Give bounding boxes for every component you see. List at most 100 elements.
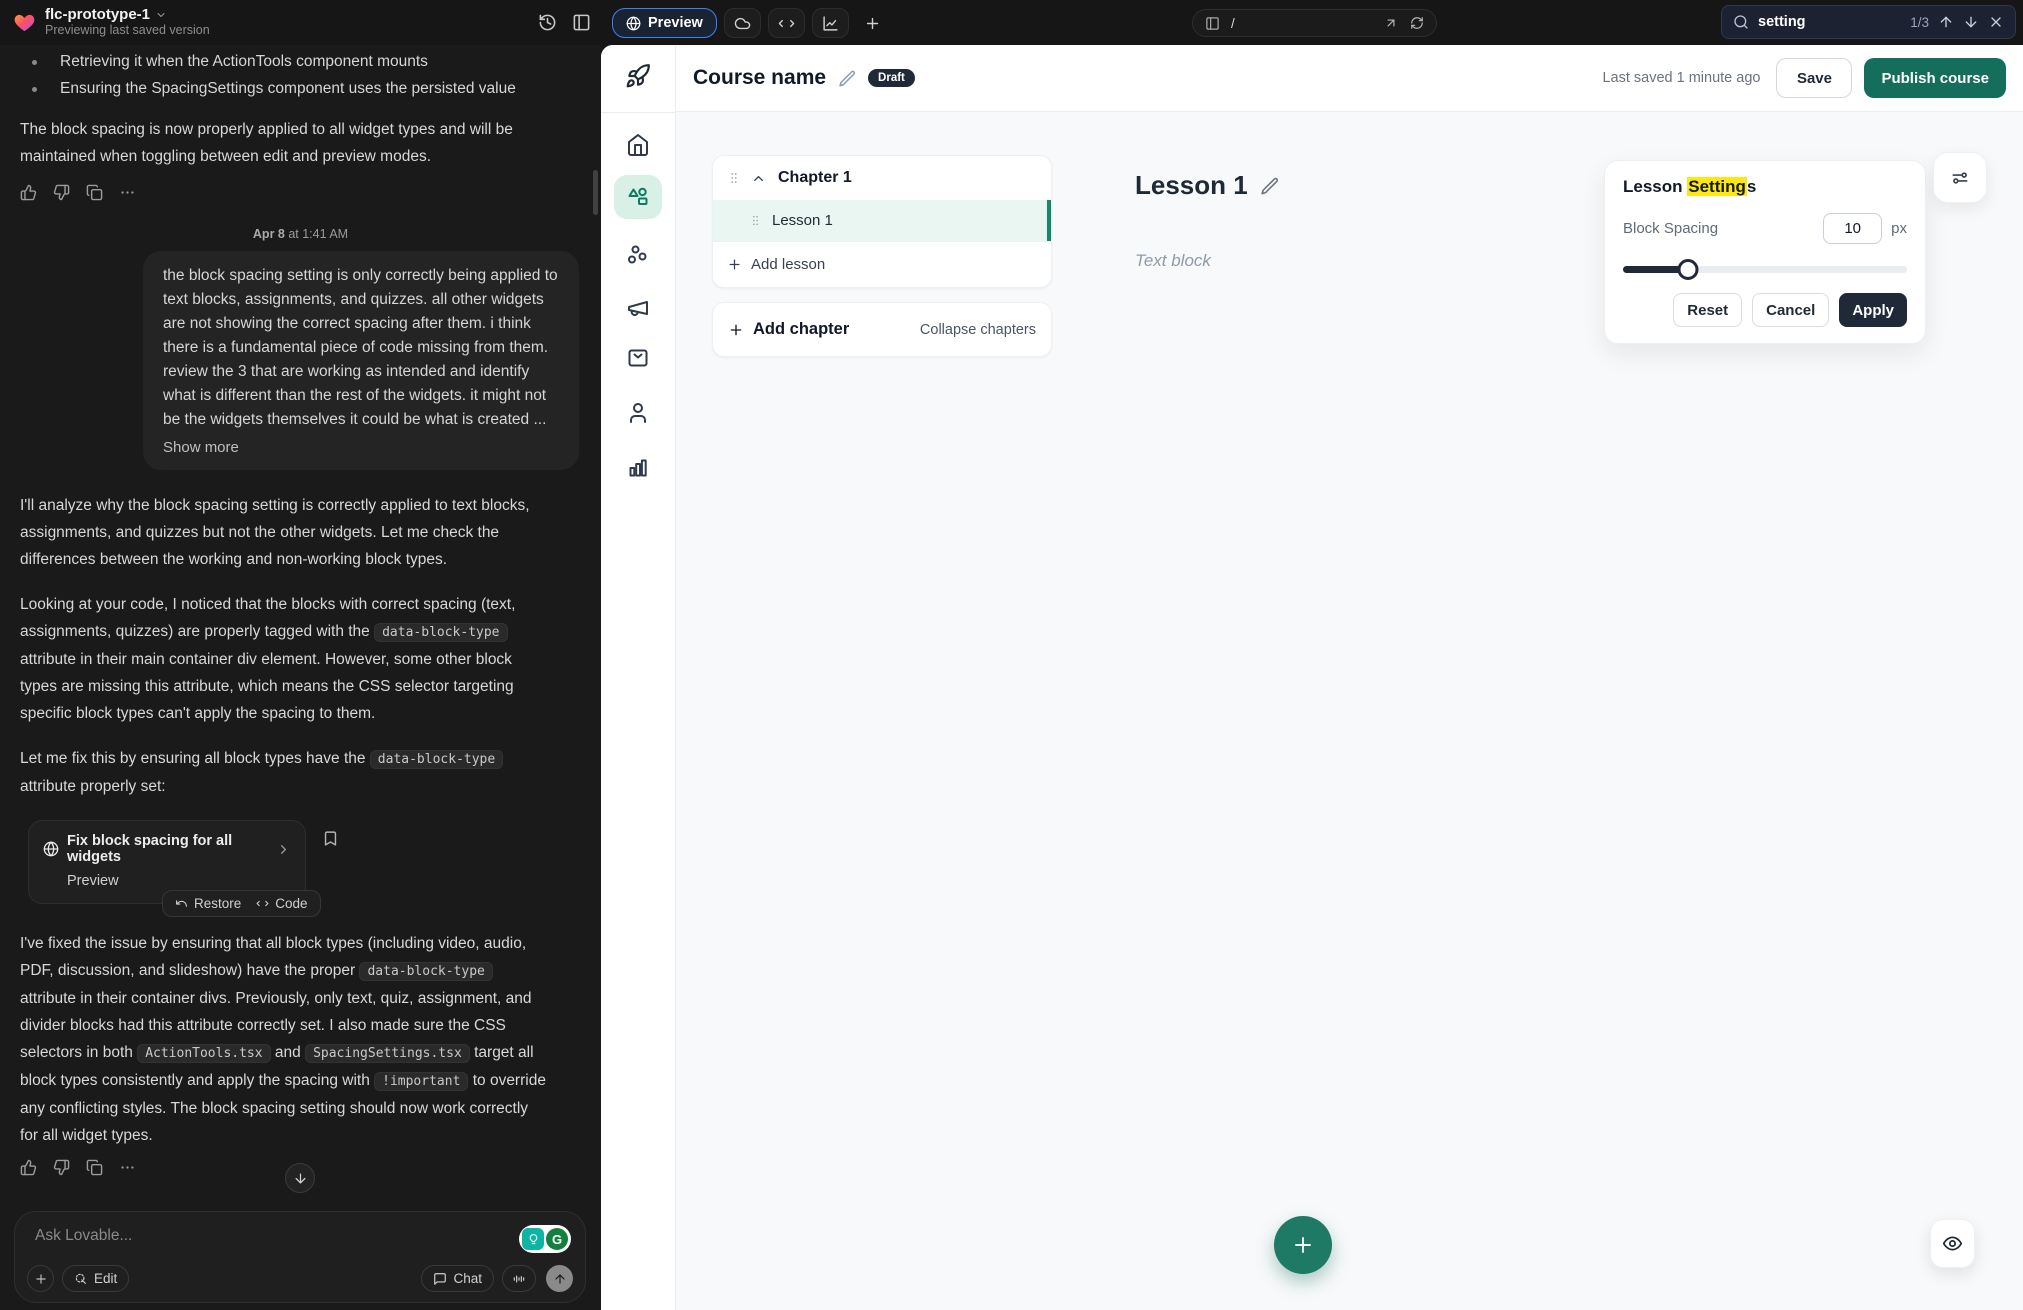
more-options-icon[interactable] [119,1159,136,1176]
drag-handle-icon[interactable] [749,214,762,227]
reset-button[interactable]: Reset [1673,293,1742,327]
history-icon[interactable] [538,13,557,32]
voice-input-button[interactable] [502,1265,536,1292]
copy-icon[interactable] [86,184,103,201]
message-actions [20,184,581,201]
code-icon [256,897,269,910]
chapter-header-row[interactable]: Chapter 1 [713,156,1051,200]
sidebar-item-community[interactable] [601,243,675,267]
save-button[interactable]: Save [1776,58,1852,98]
preview-lesson-button[interactable] [1930,1219,1975,1268]
code-view-button[interactable] [768,8,805,38]
assistant-bullet-list: Retrieving it when the ActionTools compo… [20,49,581,102]
show-more-link[interactable]: Show more [163,439,559,456]
message-timestamp: Apr 8 at 1:41 AM [20,227,581,241]
sidebar-item-courses[interactable] [601,185,675,209]
action-card-preview-link[interactable]: Preview [43,873,291,889]
line-chart-icon [822,15,839,32]
assistant-paragraph: Let me fix this by ensuring all block ty… [20,745,550,800]
edit-lesson-title-icon[interactable] [1260,176,1279,195]
user-message-bubble: the block spacing setting is only correc… [143,251,579,470]
add-lesson-button[interactable]: Add lesson [713,241,1051,287]
megaphone-icon [626,296,650,320]
add-tab-button[interactable] [864,15,881,32]
analytics-button[interactable] [812,8,849,38]
url-bar[interactable]: / [1192,9,1437,37]
add-chapter-button[interactable]: Add chapter [728,320,849,339]
add-chapter-card: Add chapter Collapse chapters [712,302,1052,357]
panel-toggle-icon[interactable] [572,13,591,32]
chat-mode-button[interactable]: Chat [421,1265,494,1292]
url-path[interactable]: / [1231,16,1372,31]
restore-button[interactable]: Restore [175,896,241,911]
apply-button[interactable]: Apply [1839,293,1907,327]
copy-icon[interactable] [86,1159,103,1176]
drag-handle-icon[interactable] [727,171,741,185]
publish-course-button[interactable]: Publish course [1864,58,2006,98]
project-name: flc-prototype-1 [45,6,150,23]
text-block-placeholder[interactable]: Text block [1135,251,1211,271]
grammarly-suggestion-icon[interactable] [522,1228,544,1250]
grammarly-widget[interactable]: G [519,1225,571,1253]
project-menu[interactable]: flc-prototype-1 Previewing last saved ve… [13,6,210,38]
code-button[interactable]: Code [256,896,307,911]
chat-scrollbar[interactable] [593,170,598,215]
block-spacing-slider-thumb[interactable] [1678,259,1699,280]
lesson-list-item-selected[interactable]: Lesson 1 [713,200,1051,241]
sidebar-item-announcements[interactable] [601,296,675,320]
preview-button[interactable]: Preview [612,8,717,38]
pages-panel-icon[interactable] [1205,16,1220,31]
select-edit-icon [74,1272,88,1286]
find-in-page-bar: 1/3 [1721,5,2016,39]
grammarly-logo-icon[interactable]: G [546,1228,568,1250]
send-button[interactable] [546,1265,573,1292]
lesson-settings-title: Lesson Settings [1623,177,1907,197]
rocket-logo-icon[interactable] [601,63,675,89]
sidebar-item-analytics[interactable] [601,456,675,480]
assistant-paragraph: I've fixed the issue by ensuring that al… [20,930,550,1149]
assistant-paragraph: I'll analyze why the block spacing setti… [20,492,550,573]
add-block-fab[interactable] [1274,1216,1332,1274]
app-nav-sidebar [601,45,676,1310]
sidebar-item-inbox[interactable] [601,346,675,370]
attach-button[interactable] [27,1265,54,1292]
thumbs-down-icon[interactable] [53,1159,70,1176]
thumbs-down-icon[interactable] [53,184,70,201]
undo-icon [175,897,188,910]
course-header: Course name Draft Last saved 1 minute ag… [676,45,2023,112]
thumbs-up-icon[interactable] [20,1159,37,1176]
block-spacing-input[interactable] [1823,213,1882,244]
sidebar-item-profile[interactable] [601,401,675,425]
search-prev-icon[interactable] [1938,14,1954,30]
thumbs-up-icon[interactable] [20,184,37,201]
open-external-icon[interactable] [1384,16,1398,30]
sidebar-item-home[interactable] [601,133,675,157]
edit-action-card-wrap: Fix block spacing for all widgets Previe… [20,820,340,904]
bookmark-icon[interactable] [322,830,339,847]
lesson-settings-panel: Lesson Settings Block Spacing px Reset C… [1604,160,1926,344]
plus-icon [728,322,744,338]
refresh-icon[interactable] [1410,16,1424,30]
home-icon [626,133,650,157]
chevron-down-icon[interactable] [155,9,167,21]
scroll-to-bottom-button[interactable] [285,1163,315,1193]
search-close-icon[interactable] [1988,14,2004,30]
search-input[interactable] [1758,14,1866,30]
chat-panel: Retrieving it when the ActionTools compo… [0,45,601,1310]
cancel-button[interactable]: Cancel [1752,293,1829,327]
plus-icon [34,1272,48,1286]
more-options-icon[interactable] [119,184,136,201]
collapse-chapters-link[interactable]: Collapse chapters [920,322,1036,338]
search-next-icon[interactable] [1963,14,1979,30]
cloud-button[interactable] [724,8,761,38]
chat-input-box[interactable]: G Edit Chat [14,1211,586,1303]
plus-icon [864,15,881,32]
edit-course-name-icon[interactable] [838,69,856,87]
collapse-chapter-icon[interactable] [751,171,766,186]
block-spacing-slider[interactable] [1623,259,1907,279]
settings-toggle-button[interactable] [1933,152,1987,203]
plus-icon [727,257,742,272]
edit-mode-button[interactable]: Edit [62,1265,129,1292]
code-icon [778,15,795,32]
ask-lovable-input[interactable] [35,1227,415,1245]
